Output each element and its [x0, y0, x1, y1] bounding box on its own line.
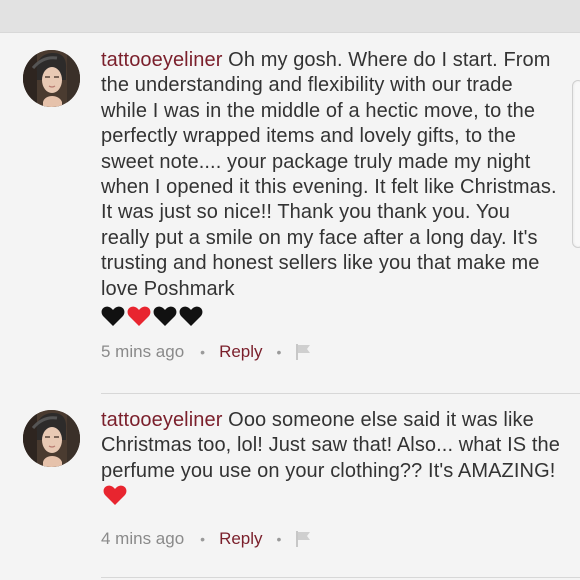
timestamp: 4 mins ago — [101, 529, 185, 548]
comment-divider — [101, 577, 580, 578]
comment-meta: 5 mins ago • Reply • — [101, 340, 313, 364]
avatar[interactable] — [23, 50, 80, 107]
avatar[interactable] — [23, 410, 80, 467]
separator-dot: • — [200, 531, 206, 547]
flag-icon[interactable] — [295, 343, 313, 361]
black-heart-icon — [153, 306, 177, 327]
scrollbar[interactable] — [572, 80, 580, 248]
red-heart-icon — [103, 485, 127, 506]
comment-text: tattooeyeliner Oh my gosh. Where do I st… — [101, 48, 563, 302]
comment-text: tattooeyeliner Ooo someone else said it … — [101, 408, 563, 510]
username-link[interactable]: tattooeyeliner — [101, 49, 222, 71]
emoji-row — [101, 304, 563, 328]
comment-meta: 4 mins ago • Reply • — [101, 527, 313, 551]
separator-dot: • — [276, 531, 282, 547]
red-heart-icon — [127, 306, 151, 327]
separator-dot: • — [200, 344, 206, 360]
top-strip — [0, 0, 580, 33]
reply-button[interactable]: Reply — [219, 529, 262, 549]
black-heart-icon — [179, 306, 203, 327]
username-link[interactable]: tattooeyeliner — [101, 409, 222, 431]
reply-button[interactable]: Reply — [219, 342, 262, 362]
comment-body: tattooeyeliner Oh my gosh. Where do I st… — [101, 48, 563, 361]
timestamp: 5 mins ago — [101, 342, 185, 361]
separator-dot: • — [276, 344, 282, 360]
comment-body: tattooeyeliner Ooo someone else said it … — [101, 408, 563, 548]
comment-message: Oh my gosh. Where do I start. From the u… — [101, 49, 557, 300]
black-heart-icon — [101, 306, 125, 327]
flag-icon[interactable] — [295, 530, 313, 548]
comment-divider — [101, 393, 580, 394]
